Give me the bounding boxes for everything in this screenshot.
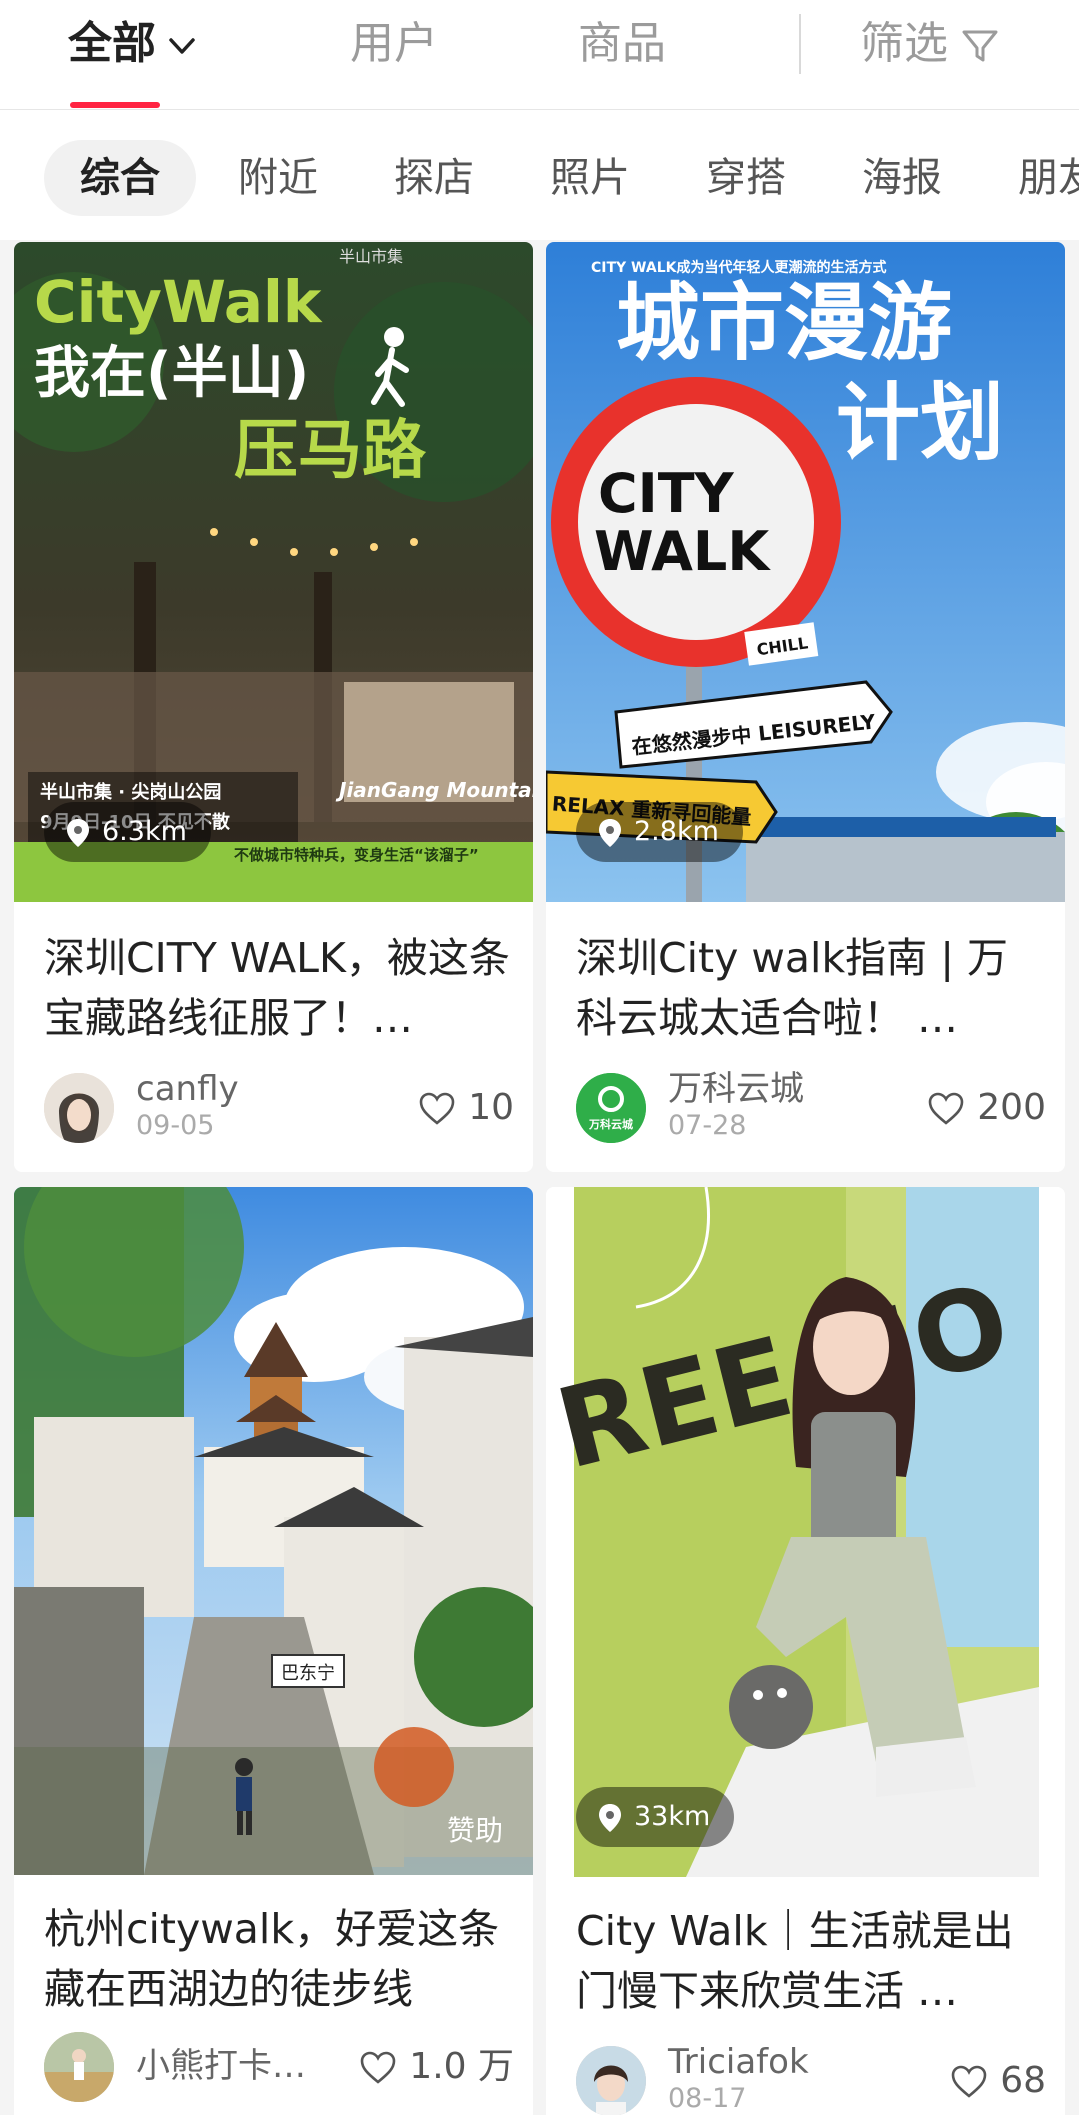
poster-line2: 压马路 — [234, 414, 427, 488]
filter-icon — [962, 30, 998, 62]
note-meta: 万科云城 万科云城 07-28 200 — [576, 1068, 1046, 1148]
heart-icon — [928, 1092, 964, 1125]
chip-shop-visit[interactable]: 探店 — [358, 140, 510, 216]
note-cover-image: CityWalk 半山市集 我在(半山) 压马路 半山市集 · 尖岗山公园 9月… — [14, 242, 533, 902]
like-button[interactable]: 1.0 万 — [359, 2045, 514, 2089]
distance-text: 33km — [634, 1801, 711, 1832]
note-title: 深圳CITY WALK，被这条宝藏路线征服了！… — [44, 934, 510, 1042]
note-meta: Triciafok 08-17 68 — [576, 2041, 1046, 2115]
avatar-image — [44, 2032, 114, 2102]
avatar-image — [576, 2046, 646, 2115]
like-button[interactable]: 10 — [418, 1086, 514, 1130]
distance-badge: 33km — [576, 1787, 735, 1847]
post-date: 09-05 — [136, 1110, 215, 1141]
poster-line1: 城市漫游 — [616, 274, 952, 372]
photo-girl-portrait: REE HO — [546, 1187, 1065, 1877]
chip-friends[interactable]: 朋友 — [982, 140, 1079, 216]
post-date: 07-28 — [668, 1110, 747, 1141]
tab-all-label: 全部 — [68, 18, 156, 69]
note-title: 杭州citywalk，好爱这条藏在西湖边的徒步线 — [44, 1905, 500, 2013]
distance-badge: 2.8km — [576, 802, 743, 862]
note-title: 深圳City walk指南 | 万科云城太适合啦！ … — [576, 934, 1009, 1042]
author-name[interactable]: canfly — [136, 1068, 239, 1110]
heart-icon — [419, 1092, 455, 1125]
note-card[interactable]: 巴东宁 赞助 杭州citywalk，好爱这条藏在西湖边的徒步线 小熊打卡… 1.… — [14, 1187, 533, 2115]
location-pin-icon — [599, 1803, 621, 1832]
author-name[interactable]: 小熊打卡… — [136, 2045, 306, 2087]
avatar[interactable]: 万科云城 — [576, 1073, 646, 1143]
filter-button[interactable]: 筛选 — [860, 14, 1002, 74]
poster-line1: 我在(半山) — [34, 341, 309, 406]
avatar[interactable] — [44, 2032, 114, 2102]
chip-comprehensive[interactable]: 综合 — [44, 140, 196, 216]
heart-icon — [360, 2051, 396, 2084]
tab-divider — [799, 14, 801, 74]
top-tab-bar: 全部 用户 商品 筛选 — [0, 0, 1079, 110]
chip-outfits[interactable]: 穿搭 — [670, 140, 822, 216]
poster-logo: CityWalk — [34, 268, 323, 336]
note-card[interactable]: CityWalk 半山市集 我在(半山) 压马路 半山市集 · 尖岗山公园 9月… — [14, 242, 533, 1172]
chip-photos[interactable]: 照片 — [514, 140, 666, 216]
heart-icon — [951, 2065, 987, 2098]
poster-info1: 半山市集 · 尖岗山公园 — [40, 781, 221, 803]
post-date: 08-17 — [668, 2083, 747, 2114]
poster-footer: 不做城市特种兵，变身生活“该溜子” — [234, 846, 479, 864]
note-meta: canfly 09-05 10 — [44, 1068, 514, 1148]
avatar-image — [44, 1073, 114, 1143]
avatar-logo: 万科云城 — [576, 1073, 646, 1143]
distance-text: 2.8km — [634, 816, 719, 847]
author-name[interactable]: Triciafok — [668, 2041, 809, 2083]
like-button[interactable]: 68 — [950, 2059, 1046, 2103]
active-tab-indicator — [70, 102, 160, 108]
note-card[interactable]: CITY WALK成为当代年轻人更潮流的生活方式 城市漫游 计划 CITY WA… — [546, 242, 1065, 1172]
location-pin-icon — [67, 818, 89, 847]
distance-badge: 6.3km — [44, 802, 211, 862]
chip-nearby[interactable]: 附近 — [202, 140, 354, 216]
like-count: 68 — [1000, 2060, 1046, 2101]
poster-sign: JianGang Mountain — [335, 778, 533, 802]
avatar[interactable] — [576, 2046, 646, 2115]
note-cover-image: REE HO 33km — [546, 1187, 1065, 1877]
note-meta: 小熊打卡… 1.0 万 — [44, 2027, 514, 2107]
note-cover-image: 巴东宁 赞助 — [14, 1187, 533, 1875]
sign-line1: CITY — [598, 462, 735, 525]
shop-sign: 巴东宁 — [281, 1663, 335, 1684]
location-pin-icon — [599, 818, 621, 847]
tab-all[interactable]: 全部 — [68, 14, 200, 74]
chevron-down-icon — [169, 38, 195, 54]
tab-products[interactable]: 商品 — [578, 14, 666, 74]
note-cover-image: CITY WALK成为当代年轻人更潮流的生活方式 城市漫游 计划 CITY WA… — [546, 242, 1065, 902]
like-count: 200 — [977, 1087, 1046, 1128]
note-card[interactable]: REE HO 33km City Walk｜生活就是出门慢下来欣赏生活 … Tr… — [546, 1187, 1065, 2115]
avatar[interactable] — [44, 1073, 114, 1143]
like-count: 10 — [468, 1087, 514, 1128]
note-title: City Walk｜生活就是出门慢下来欣赏生活 … — [576, 1907, 1014, 2015]
sponsored-label: 赞助 — [446, 1814, 503, 1847]
category-chip-row: 综合 附近 探店 照片 穿搭 海报 朋友 — [0, 110, 1079, 240]
poster-brand: 半山市集 — [339, 247, 403, 266]
tab-users[interactable]: 用户 — [350, 14, 438, 74]
like-count: 1.0 万 — [409, 2046, 514, 2087]
photo-hangzhou-alley: 巴东宁 — [14, 1187, 533, 1875]
distance-text: 6.3km — [102, 816, 187, 847]
chip-posters[interactable]: 海报 — [826, 140, 978, 216]
search-results-page: 全部 用户 商品 筛选 综合 附近 探店 照片 穿搭 海报 朋友 CityWal… — [0, 0, 1079, 2115]
sign-line2: WALK — [594, 520, 771, 583]
filter-label: 筛选 — [860, 18, 948, 69]
poster-line2: 计划 — [836, 374, 1004, 472]
author-name[interactable]: 万科云城 — [668, 1068, 804, 1110]
avatar-text: 万科云城 — [588, 1117, 633, 1131]
like-button[interactable]: 200 — [927, 1086, 1046, 1130]
